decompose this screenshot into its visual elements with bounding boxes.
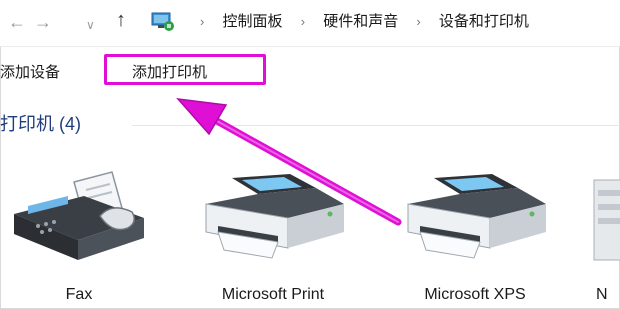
annotation-arrow — [176, 98, 402, 226]
